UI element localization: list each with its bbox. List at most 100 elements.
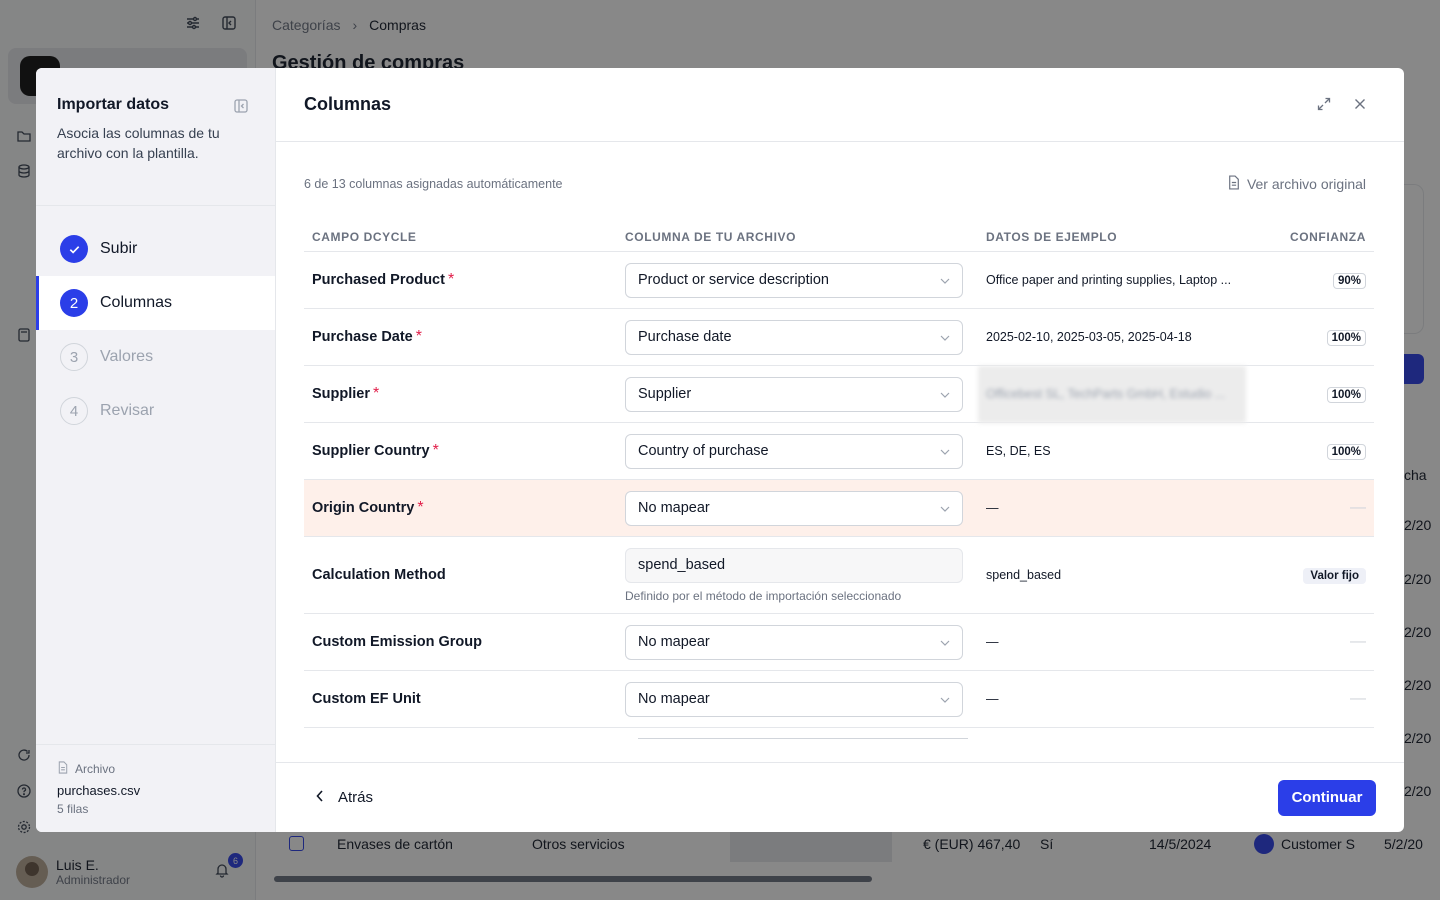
select-value: No mapear [638, 634, 710, 650]
fixed-value-note: Definido por el método de importación se… [625, 588, 902, 603]
step-label: Subir [100, 240, 138, 257]
sample-data: — [986, 692, 999, 706]
step-number: 4 [60, 397, 88, 425]
column-header-field: CAMPO DCYCLE [312, 229, 417, 244]
confidence-badge: 100% [1326, 387, 1366, 403]
file-info: Archivo purchases.csv 5 filas [36, 744, 275, 832]
select-value: Country of purchase [638, 443, 769, 459]
select-value: Product or service description [638, 272, 829, 288]
step-list: Subir 2 Columnas 3 Valores 4 Revisar [36, 206, 275, 438]
fixed-value-badge: Valor fijo [1303, 568, 1366, 584]
table-row: Purchased Product * Product or service de… [304, 252, 1374, 309]
step-label: Valores [100, 348, 154, 365]
sample-data: Office paper and printing supplies, Lapt… [986, 273, 1232, 287]
confidence-empty: — [1350, 499, 1366, 516]
sample-data: — [986, 635, 999, 649]
fixed-value-field: spend_based [625, 547, 963, 583]
close-icon[interactable] [1352, 96, 1368, 112]
select-value: No mapear [638, 691, 710, 707]
file-name: purchases.csv [57, 783, 141, 798]
table-row: Purchase Date * Purchase date 2025-02-10,… [304, 309, 1374, 366]
field-name: Calculation Method [312, 567, 446, 583]
column-select[interactable]: No mapear [625, 490, 963, 526]
file-icon [57, 761, 69, 777]
confidence-empty: — [1350, 690, 1366, 707]
step-upload[interactable]: Subir [36, 222, 275, 276]
column-select[interactable]: Supplier [625, 376, 963, 412]
sample-data: — [986, 501, 999, 515]
chevron-down-icon [940, 272, 950, 288]
back-button[interactable]: Atrás [316, 789, 373, 806]
sample-data: spend_based [986, 568, 1062, 582]
view-original-link[interactable]: Ver archivo original [1227, 175, 1366, 193]
import-steps-sidebar: Importar datos Asocia las columnas de tu… [36, 68, 276, 832]
table-row: Custom EF Unit No mapear — — [304, 671, 1374, 728]
chevron-down-icon [940, 634, 950, 650]
expand-icon[interactable] [1316, 96, 1332, 112]
field-name: Custom Emission Group [312, 634, 482, 650]
chevron-down-icon [940, 500, 950, 516]
table-row: Custom Emission Group No mapear — — [304, 614, 1374, 671]
field-name: Custom EF Unit [312, 691, 421, 707]
select-value: Purchase date [638, 329, 732, 345]
chevron-left-icon [316, 789, 324, 806]
table-row: Supplier * Supplier Officebest SL, TechPa… [304, 365, 1374, 423]
chevron-down-icon [940, 386, 950, 402]
sample-data: 2025-02-10, 2025-03-05, 2025-04-18 [986, 330, 1192, 344]
mapping-table: CAMPO DCYCLE COLUMNA DE TU ARCHIVO DATOS… [304, 222, 1374, 739]
confidence-empty: — [1350, 633, 1366, 650]
check-icon [60, 235, 88, 263]
step-columns[interactable]: 2 Columnas [36, 276, 275, 330]
column-select[interactable]: Product or service description [625, 262, 963, 298]
import-description: Asocia las columnas de tu archivo con la… [57, 125, 220, 161]
next-row-partial [638, 738, 968, 739]
required-marker: * [447, 271, 455, 288]
step-review[interactable]: 4 Revisar [36, 384, 275, 438]
table-row-fixed: Calculation Method spend_based Definido … [304, 537, 1374, 614]
back-label: Atrás [338, 789, 374, 806]
modal-footer: Atrás Continuar [276, 762, 1404, 832]
import-modal: Importar datos Asocia las columnas de tu… [36, 68, 1404, 832]
field-name: Supplier Country [312, 443, 430, 459]
step-label: Revisar [100, 402, 155, 419]
field-name: Purchased Product [312, 272, 445, 288]
field-name: Purchase Date [312, 329, 413, 345]
panel-title: Columnas [304, 94, 392, 114]
required-marker: * [373, 385, 380, 402]
table-header: CAMPO DCYCLE COLUMNA DE TU ARCHIVO DATOS… [304, 222, 1374, 252]
chevron-down-icon [940, 691, 950, 707]
step-label: Columnas [100, 294, 173, 311]
column-select[interactable]: Country of purchase [625, 433, 963, 469]
column-select[interactable]: No mapear [625, 624, 963, 660]
sample-data-blurred: Officebest SL, TechParts GmbH, Estudio .… [978, 365, 1246, 423]
chevron-down-icon [940, 329, 950, 345]
column-select[interactable]: Purchase date [625, 319, 963, 355]
column-select[interactable]: No mapear [625, 681, 963, 717]
file-rows: 5 filas [57, 802, 89, 816]
fixed-value: spend_based [638, 557, 726, 573]
collapse-panel-icon[interactable] [233, 98, 249, 114]
column-header-sample: DATOS DE EJEMPLO [986, 229, 1118, 244]
continue-button[interactable]: Continuar [1278, 779, 1376, 816]
required-marker: * [417, 499, 424, 516]
field-name: Origin Country [312, 500, 415, 516]
field-name: Supplier [312, 386, 371, 402]
table-row: Supplier Country * Country of purchase ES… [304, 423, 1374, 480]
select-value: Supplier [638, 386, 692, 402]
view-original-label: Ver archivo original [1246, 176, 1366, 192]
confidence-badge: 100% [1326, 444, 1366, 460]
step-values[interactable]: 3 Valores [36, 330, 275, 384]
sample-data: ES, DE, ES [986, 444, 1051, 458]
confidence-badge: 90% [1332, 273, 1366, 289]
table-row-unmapped: Origin Country * No mapear — — [304, 480, 1374, 537]
step-number: 2 [60, 289, 88, 317]
required-marker: * [432, 442, 439, 459]
file-caption: Archivo [75, 762, 116, 776]
mapping-panel: Columnas 6 de 13 columnas asignadas auto… [276, 68, 1404, 832]
import-title: Importar datos [57, 96, 170, 113]
document-icon [1227, 175, 1241, 193]
chevron-down-icon [940, 443, 950, 459]
mapping-summary: 6 de 13 columnas asignadas automáticamen… [304, 177, 563, 191]
select-value: No mapear [638, 500, 710, 516]
required-marker: * [415, 328, 422, 345]
